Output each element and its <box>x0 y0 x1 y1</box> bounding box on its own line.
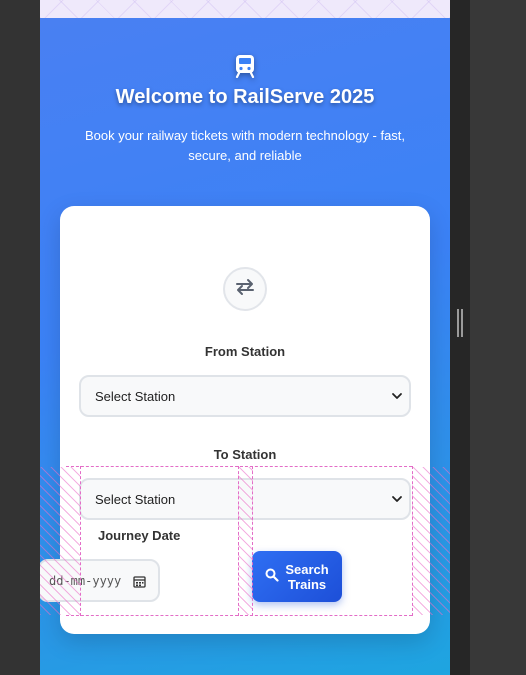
chevron-down-icon <box>391 390 403 402</box>
page-subtitle: Book your railway tickets with modern te… <box>84 128 406 163</box>
page-title: Welcome to RailServe 2025 <box>115 86 375 108</box>
from-station-select[interactable]: Select Station <box>79 375 411 417</box>
from-station-value: Select Station <box>95 388 176 404</box>
calendar-icon[interactable] <box>133 575 146 588</box>
top-decorative-strip <box>40 0 450 18</box>
swap-stations-button[interactable] <box>223 267 267 311</box>
to-station-value: Select Station <box>95 491 176 507</box>
from-station-label: From Station <box>204 344 286 359</box>
side-panel <box>470 0 526 675</box>
journey-date-label: Journey Date <box>98 528 181 543</box>
train-icon <box>233 54 257 79</box>
search-button-label-line1: Search <box>285 561 329 577</box>
resize-handle[interactable] <box>456 309 464 337</box>
to-station-label: To Station <box>213 447 277 462</box>
to-station-select[interactable]: Select Station <box>79 478 411 520</box>
search-button-label-line2: Trains <box>287 576 327 592</box>
chevron-down-icon <box>391 493 403 505</box>
page-viewport: Welcome to RailServe 2025 Book your rail… <box>40 0 450 675</box>
journey-date-input[interactable]: dd-mm-yyyy <box>40 559 160 602</box>
journey-date-placeholder: dd-mm-yyyy <box>49 573 122 588</box>
devtools-splitter-panel <box>450 0 470 675</box>
swap-arrows-icon <box>235 278 255 300</box>
search-icon <box>265 568 279 585</box>
search-trains-button[interactable]: Search Trains <box>252 551 342 602</box>
left-panel <box>0 0 40 675</box>
booking-card: From Station Select Station To Station S… <box>40 206 430 634</box>
